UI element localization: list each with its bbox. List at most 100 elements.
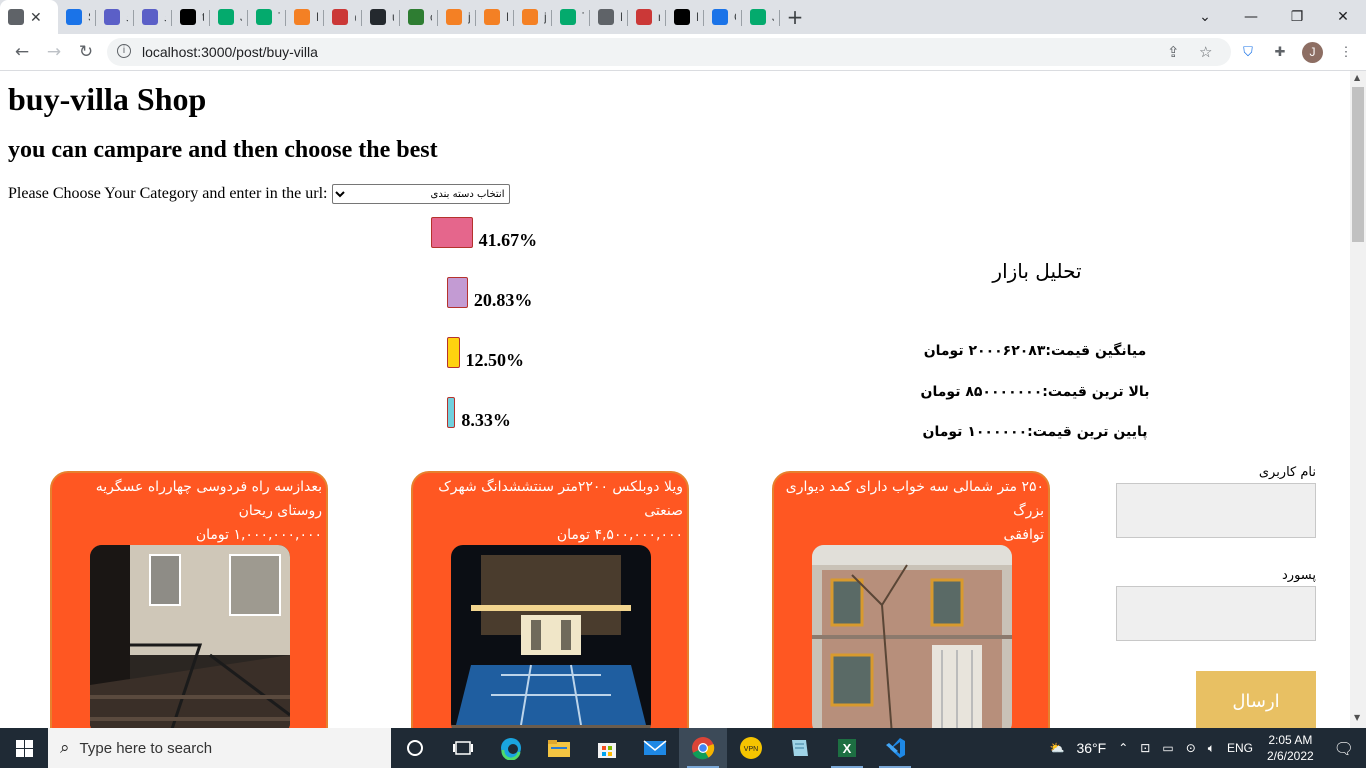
windows-taskbar: ⌕ Type here to search VPN X ⛅ 36°F ⌃ ⊡ ▭… <box>0 728 1366 768</box>
page-subtitle: you can campare and then choose the best <box>8 137 438 163</box>
tab-label: پیاد <box>164 10 166 24</box>
browser-tab[interactable]: @j <box>324 0 362 34</box>
dev-icon <box>674 9 690 25</box>
chevron-up-icon[interactable]: ⌃ <box>1112 741 1134 755</box>
mail-icon[interactable] <box>631 728 679 768</box>
tab-label: np <box>658 10 660 24</box>
w3-icon <box>256 9 272 25</box>
notes-icon[interactable] <box>775 728 823 768</box>
weather-icon[interactable]: ⛅ <box>1044 741 1071 755</box>
bar-value-label: 41.67% <box>478 230 538 250</box>
wifi-icon[interactable]: ⊙ <box>1180 741 1202 755</box>
close-tab-icon[interactable]: ✕ <box>30 9 42 26</box>
bar-value-label: 12.50% <box>465 350 525 370</box>
task-view-icon[interactable] <box>439 728 487 768</box>
average-price: میانگین قیمت:۲۰۰۰۶۲۰۸۳ تومان <box>923 343 1147 359</box>
password-input[interactable] <box>1116 586 1316 641</box>
browser-tab[interactable]: Jav <box>210 0 248 34</box>
page-scrollbar[interactable]: ▲ ▼ <box>1350 71 1366 728</box>
cortana-icon[interactable] <box>391 728 439 768</box>
excel-icon[interactable]: X <box>823 728 871 768</box>
browser-tab[interactable]: Ho <box>286 0 324 34</box>
browser-tab[interactable]: typ <box>172 0 210 34</box>
reload-icon[interactable]: ↻ <box>72 38 100 66</box>
bookmark-star-icon[interactable]: ☆ <box>1199 43 1212 61</box>
scroll-up-icon[interactable]: ▲ <box>1354 73 1360 82</box>
store-icon[interactable] <box>583 728 631 768</box>
new-tab-button[interactable]: + <box>780 2 810 32</box>
tab-label: us <box>392 10 394 24</box>
browser-tab[interactable]: Try <box>552 0 590 34</box>
circle-app-icon <box>104 9 120 25</box>
windows-start-icon[interactable] <box>0 728 48 768</box>
bar-value-label: 20.83% <box>473 290 533 310</box>
browser-tab[interactable]: jav <box>514 0 552 34</box>
browser-tab[interactable]: ✕ <box>0 0 58 34</box>
submit-button[interactable]: ارسال <box>1196 671 1316 728</box>
browser-tab[interactable]: Ma <box>666 0 704 34</box>
profile-avatar[interactable]: J <box>1302 42 1323 63</box>
tab-search-icon[interactable]: ⌄ <box>1182 0 1228 34</box>
username-input[interactable] <box>1116 483 1316 538</box>
category-prompt: Please Choose Your Category and enter in… <box>8 185 328 202</box>
browser-tab[interactable]: np <box>628 0 666 34</box>
browser-tab[interactable]: پیاد <box>96 0 134 34</box>
browser-tab[interactable]: Ho <box>476 0 514 34</box>
villa-card[interactable]: ویلا دوبلکس ۲۲۰۰متر سنتششدانگ شهرک صنعتی… <box>411 471 689 728</box>
page-viewport: buy-villa Shop you can campare and then … <box>0 71 1350 728</box>
clock[interactable]: 2:05 AM 2/6/2022 <box>1259 732 1322 764</box>
chrome-taskbar-icon[interactable] <box>679 728 727 768</box>
minimize-button[interactable]: — <box>1228 0 1274 34</box>
vscode-icon[interactable] <box>871 728 919 768</box>
browser-tab[interactable]: Ne <box>590 0 628 34</box>
vpn-icon[interactable]: VPN <box>727 728 775 768</box>
volume-icon[interactable]: 🔈︎ <box>1202 741 1221 756</box>
battery-icon[interactable]: ▭ <box>1156 741 1179 755</box>
category-select[interactable]: انتخاب دسته بندی <box>331 184 510 204</box>
shield-extension-icon[interactable]: ⛉ <box>1238 42 1258 62</box>
stack-icon <box>446 9 462 25</box>
browser-tab[interactable]: Set <box>58 0 96 34</box>
browser-tab[interactable]: Jav <box>742 0 780 34</box>
tab-label: Set <box>88 10 90 24</box>
close-window-button[interactable]: ✕ <box>1320 0 1366 34</box>
github-icon <box>370 9 386 25</box>
browser-tab[interactable]: Try <box>248 0 286 34</box>
maximize-button[interactable]: ❐ <box>1274 0 1320 34</box>
villa-card[interactable]: ۲۵۰ متر شمالی سه خواب دارای کمد دیواری ب… <box>772 471 1050 728</box>
globe-icon <box>8 9 24 25</box>
tab-label: jav <box>468 10 470 24</box>
site-info-icon[interactable]: i <box>117 44 131 58</box>
stack-icon <box>294 9 310 25</box>
circle-app-icon <box>142 9 158 25</box>
back-arrow-icon[interactable]: ← <box>8 38 36 66</box>
category-row: Please Choose Your Category and enter in… <box>8 184 510 204</box>
username-label: نام کاربری <box>1258 465 1316 480</box>
villa-photo[interactable] <box>451 545 651 728</box>
browser-tab[interactable]: co <box>400 0 438 34</box>
network-icon[interactable]: ⊡ <box>1134 741 1156 755</box>
menu-kebab-icon[interactable]: ⋮ <box>1336 42 1356 62</box>
notification-icon[interactable]: 🗨︎ <box>1322 739 1366 758</box>
villa-photo[interactable] <box>90 545 290 728</box>
npm-icon <box>332 9 348 25</box>
taskbar-search[interactable]: ⌕ Type here to search <box>48 728 391 768</box>
scroll-thumb[interactable] <box>1352 87 1364 242</box>
address-bar[interactable]: i localhost:3000/post/buy-villa ⇪ ☆ <box>107 38 1231 66</box>
language-indicator[interactable]: ENG <box>1221 741 1259 755</box>
forward-arrow-icon[interactable]: → <box>40 38 68 66</box>
villa-card[interactable]: بعدازسه راه فردوسی چهارراه عسگریه روستای… <box>50 471 328 728</box>
villa-photo[interactable] <box>812 545 1012 728</box>
tab-label: Jav <box>240 10 242 24</box>
weather-temp[interactable]: 36°F <box>1070 740 1112 756</box>
share-icon[interactable]: ⇪ <box>1167 43 1180 61</box>
browser-tab[interactable]: us <box>362 0 400 34</box>
browser-tab[interactable]: Co <box>704 0 742 34</box>
edge-icon[interactable] <box>487 728 535 768</box>
scroll-down-icon[interactable]: ▼ <box>1354 713 1360 722</box>
w3-icon <box>218 9 234 25</box>
browser-tab[interactable]: پیاد <box>134 0 172 34</box>
file-explorer-icon[interactable] <box>535 728 583 768</box>
extensions-puzzle-icon[interactable]: ✚ <box>1270 42 1290 62</box>
browser-tab[interactable]: jav <box>438 0 476 34</box>
